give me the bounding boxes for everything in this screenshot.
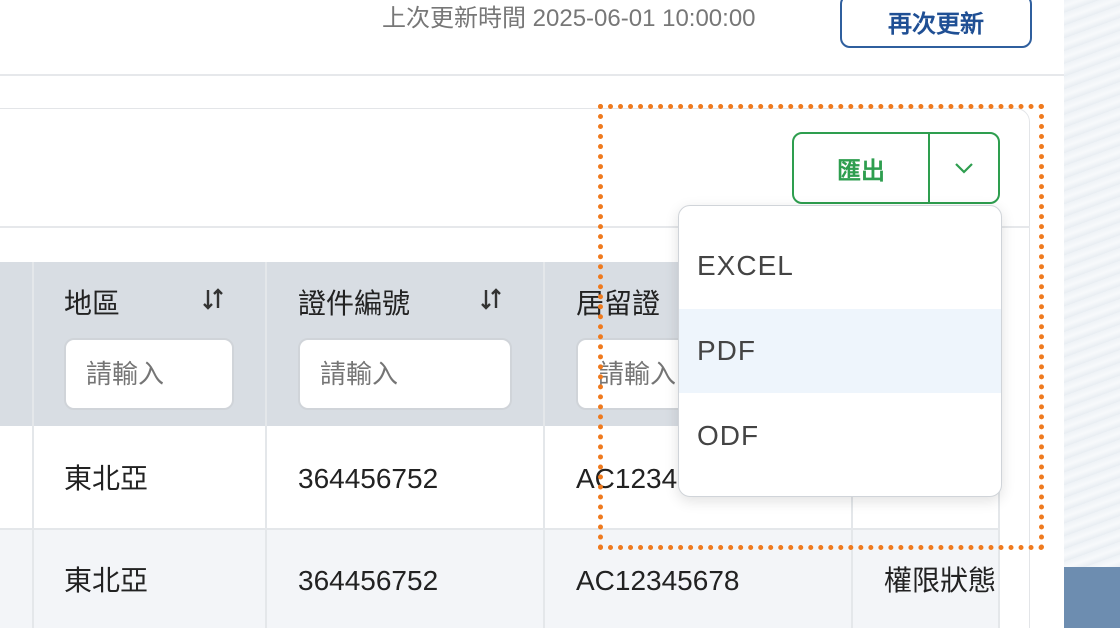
column-divider	[265, 428, 267, 628]
last-updated-text: 上次更新時間 2025-06-01 10:00:00	[382, 5, 756, 32]
cell-region: 東北亞	[64, 565, 149, 596]
sort-icon[interactable]	[480, 286, 502, 312]
cell-residence-permit: AC12345678	[576, 565, 740, 596]
export-button[interactable]: 匯出	[794, 134, 928, 202]
refresh-button[interactable]: 再次更新	[840, 0, 1032, 48]
column-divider	[32, 428, 34, 628]
menu-item-odf[interactable]: ODF	[679, 394, 1001, 478]
column-header-id-number: 證件編號	[298, 288, 411, 319]
column-divider	[543, 428, 545, 628]
id-number-filter-input[interactable]	[298, 338, 512, 410]
menu-item-pdf[interactable]: PDF	[679, 309, 1001, 393]
cell-region: 東北亞	[64, 463, 149, 494]
sort-icon[interactable]	[202, 286, 224, 312]
main-panel: 上次更新時間 2025-06-01 10:00:00 再次更新 地區 證件編號 …	[0, 0, 1064, 628]
export-dropdown-toggle[interactable]	[928, 134, 998, 202]
export-menu: EXCEL PDF ODF	[678, 205, 1002, 497]
background-strip	[1064, 567, 1120, 628]
column-header-residence-permit: 居留證	[576, 288, 661, 319]
cell-permission-status: 權限狀態	[884, 565, 997, 596]
table-row[interactable]: 東北亞 364456752 AC12345678 權限狀態	[0, 530, 1000, 628]
cell-id-number: 364456752	[298, 463, 439, 494]
cell-residence-permit: AC1234	[576, 463, 678, 494]
export-split-button: 匯出	[792, 132, 1000, 204]
region-filter-input[interactable]	[64, 338, 234, 410]
background-pattern	[1064, 0, 1120, 628]
header-divider	[0, 74, 1064, 76]
cell-id-number: 364456752	[298, 565, 439, 596]
column-header-region: 地區	[64, 288, 121, 319]
menu-item-excel[interactable]: EXCEL	[679, 224, 1001, 308]
chevron-down-icon	[955, 163, 973, 174]
